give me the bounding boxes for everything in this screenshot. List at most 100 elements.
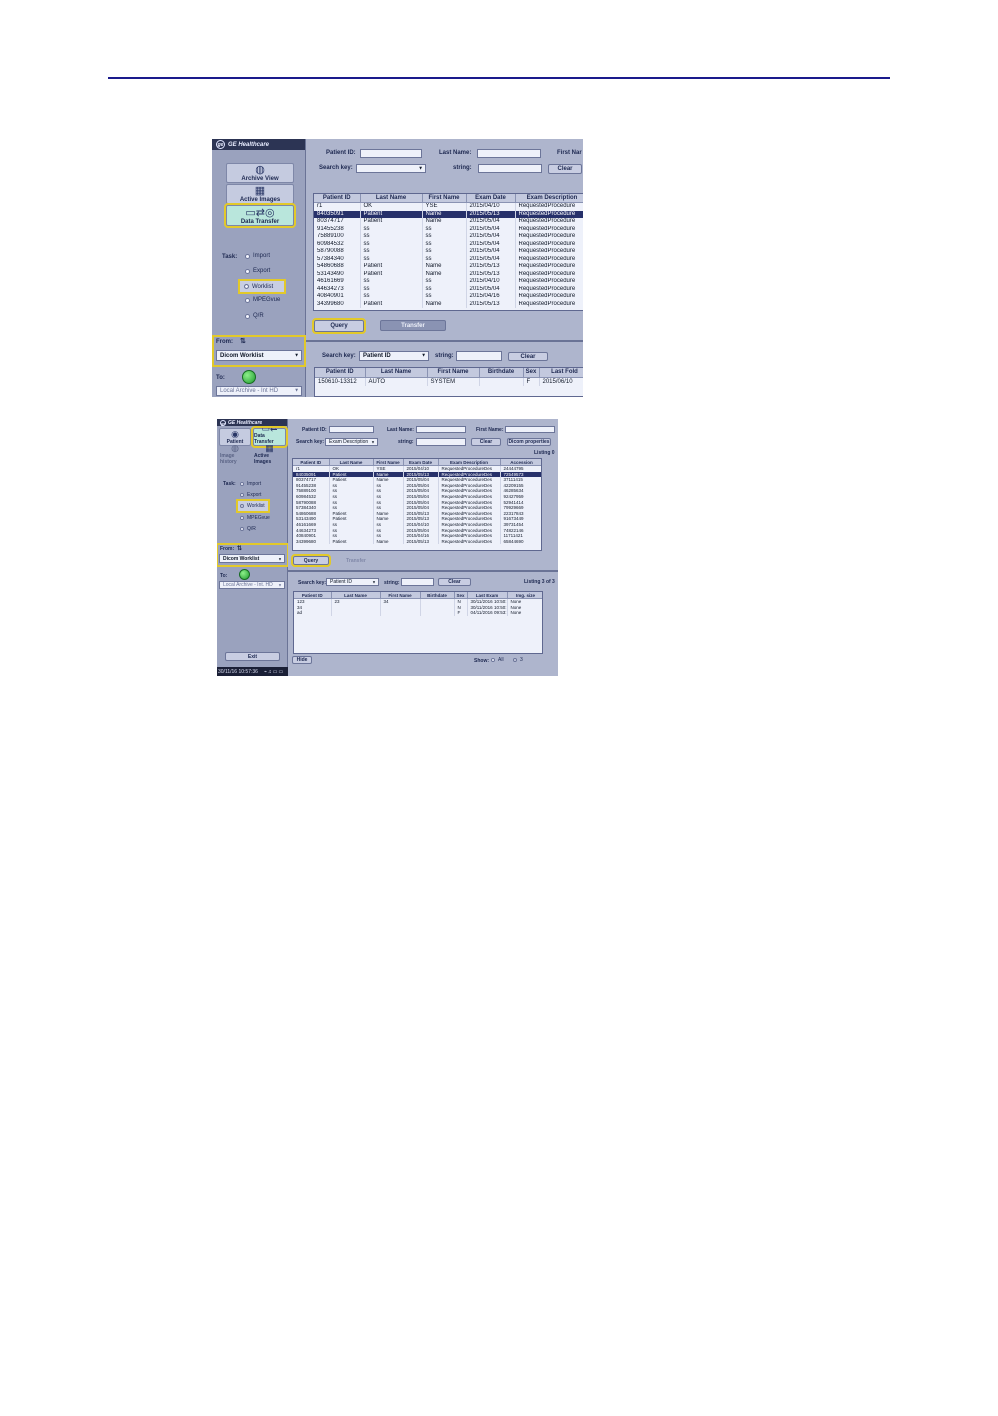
nav-active-images[interactable]: ▦ Active Images xyxy=(226,184,294,204)
task-mpegvue[interactable]: MPEGvue xyxy=(240,515,270,521)
table-row[interactable]: 91455238 ss ss 2015/05/04 RequestedProcedure xyxy=(314,225,583,233)
column-header[interactable]: First Name xyxy=(380,592,421,600)
column-header[interactable]: Exam Date xyxy=(403,459,439,467)
column-header[interactable]: Exam Date xyxy=(466,194,516,203)
column-header[interactable]: Last Name xyxy=(329,459,374,467)
column-header[interactable]: Exam Description xyxy=(438,459,501,467)
patient-id-input[interactable] xyxy=(329,426,374,433)
table-row[interactable]: 53143490 Patient Name 2015/05/13 RequestedPr… xyxy=(314,270,583,278)
column-header[interactable]: Patient ID xyxy=(315,368,366,378)
column-header[interactable]: Exam Description xyxy=(515,194,583,203)
table-row[interactable]: 60984532 ss ss 2015/05/04 RequestedProcedure xyxy=(314,240,583,248)
task-import[interactable]: Import xyxy=(240,481,261,487)
table-row[interactable]: 46161669 ss ss 2015/04/10 RequestedProcedure xyxy=(314,278,583,286)
from-arrows-icon: ⇅ xyxy=(240,338,246,345)
dicom-properties-button[interactable]: Dicom properties xyxy=(507,438,551,446)
column-header[interactable]: Sex xyxy=(454,592,468,600)
table-cell: RequestedProcedure xyxy=(515,270,583,278)
nav-data-transfer[interactable]: ▭⇄◎ Data Transfer xyxy=(224,203,296,228)
task-worklist[interactable]: Worklist xyxy=(238,279,286,294)
column-header[interactable]: Patient ID xyxy=(314,194,361,203)
bottom-clear-button[interactable]: Clear xyxy=(438,578,471,586)
bottom-string-input[interactable] xyxy=(456,351,502,361)
status-time: 30/11/16 10:57:36 xyxy=(218,668,258,675)
table-row[interactable]: r1 OK YSE 2015/04/10 RequestedProcedure xyxy=(314,202,583,211)
table-row[interactable]: ad F 04/11/2016 09:53: None xyxy=(294,610,542,616)
globe-icon xyxy=(242,370,256,384)
to-select[interactable]: Local Archive - Int HD ▼ xyxy=(216,386,302,396)
table-row[interactable]: 57384340 ss ss 2015/05/04 RequestedProcedure xyxy=(314,255,583,263)
column-header[interactable]: Last Fold xyxy=(539,368,583,378)
show-count-option[interactable]: 3 xyxy=(513,657,523,663)
task-import[interactable]: Import xyxy=(245,253,270,259)
task-worklist[interactable]: Worklist xyxy=(236,499,270,513)
search-key-select[interactable]: Exam Description ▼ xyxy=(325,438,378,446)
column-header[interactable]: First Name xyxy=(427,368,480,378)
nav-active-images[interactable]: ▦ Active Images xyxy=(253,444,286,466)
task-export[interactable]: Export xyxy=(240,492,261,498)
nav-image-history[interactable]: ◍ Image history xyxy=(219,444,251,466)
query-button[interactable]: Query xyxy=(312,318,366,334)
column-header[interactable]: Accession xyxy=(500,459,541,467)
first-name-input[interactable] xyxy=(505,426,555,433)
column-header[interactable]: Birthdate xyxy=(420,592,455,600)
column-header[interactable]: Last Name xyxy=(365,368,428,378)
radio-dot xyxy=(491,658,495,662)
from-select[interactable]: Dicom Worklist ▼ xyxy=(216,350,302,361)
to-select[interactable]: Local Archive - Int. HD ▼ xyxy=(219,581,285,589)
from-select[interactable]: Dicom Worklist ▼ xyxy=(219,554,285,563)
bottom-search-key-select[interactable]: Patient ID ▼ xyxy=(359,351,429,361)
column-header[interactable]: Last Name xyxy=(331,592,381,600)
column-header[interactable]: Birthdate xyxy=(479,368,524,378)
column-header[interactable]: Patient ID xyxy=(294,592,332,600)
string-input[interactable] xyxy=(416,438,466,446)
string-input[interactable] xyxy=(478,164,542,173)
table-row[interactable]: 84035091 Patient Name 2015/05/13 RequestedPr… xyxy=(314,210,583,218)
from-label: From: xyxy=(220,546,235,552)
table-cell: ss xyxy=(360,225,423,233)
table-cell: 84035091 xyxy=(314,210,361,218)
query-button[interactable]: Query xyxy=(291,554,331,567)
task-mpegvue[interactable]: MPEGvue xyxy=(245,297,280,303)
column-header[interactable]: First Name xyxy=(422,194,467,203)
show-all-option[interactable]: All xyxy=(491,657,504,663)
table-row[interactable]: 44634273 ss ss 2015/05/04 RequestedProcedure xyxy=(314,285,583,293)
table-cell: 60984532 xyxy=(314,240,361,248)
header-rule xyxy=(108,77,890,79)
table-row[interactable]: 80374717 Patient Name 2015/05/04 RequestedPr… xyxy=(314,218,583,226)
table-row[interactable]: 54860688 Patient Name 2015/05/13 RequestedPr… xyxy=(314,263,583,271)
column-header[interactable]: First Name xyxy=(373,459,404,467)
table-cell: ss xyxy=(360,278,423,286)
patient-id-input[interactable] xyxy=(360,149,422,158)
task-export[interactable]: Export xyxy=(245,268,270,274)
column-header[interactable]: Img. size xyxy=(507,592,542,600)
hide-button[interactable]: Hide xyxy=(292,656,312,664)
column-header[interactable]: Last Exam xyxy=(467,592,508,600)
last-name-input[interactable] xyxy=(416,426,466,433)
transfer-button[interactable]: Transfer xyxy=(336,556,376,565)
task-qr[interactable]: Q/R xyxy=(240,526,256,532)
table-row[interactable]: 150610-13312 AUTO SYSTEM F 2015/06/10 xyxy=(315,377,583,386)
column-header[interactable]: Last Name xyxy=(360,194,423,203)
column-header[interactable]: Patient ID xyxy=(293,459,330,467)
table-row[interactable]: 40840901 ss ss 2015/04/16 RequestedProcedure xyxy=(314,293,583,301)
clear-button[interactable]: Clear xyxy=(471,438,501,446)
nav-archive-view[interactable]: ◍ Archive View xyxy=(226,163,294,183)
clear-button[interactable]: Clear xyxy=(548,164,582,174)
bottom-search-key-select[interactable]: Patient ID ▼ xyxy=(326,578,379,586)
table-cell xyxy=(420,610,455,616)
chevron-down-icon: ▼ xyxy=(294,388,299,394)
transfer-button[interactable]: Transfer xyxy=(380,320,446,331)
bottom-string-input[interactable] xyxy=(401,578,434,586)
exit-button[interactable]: Exit xyxy=(225,652,280,661)
bottom-clear-button[interactable]: Clear xyxy=(508,352,548,361)
task-qr[interactable]: Q/R xyxy=(245,313,264,319)
table-row[interactable]: 34399680 Patient Name 2015/05/13 RequestedPr… xyxy=(314,300,583,308)
table-row[interactable]: 58790088 ss ss 2015/05/04 RequestedProcedure xyxy=(314,248,583,256)
search-key-select[interactable]: ▼ xyxy=(356,164,426,173)
brand-bar: ge GE Healthcare xyxy=(212,139,305,150)
table-row[interactable]: 34399680 Patient Name 2015/05/13 RequestedPr… xyxy=(293,538,541,545)
last-name-input[interactable] xyxy=(477,149,541,158)
table-row[interactable]: 75889100 ss ss 2015/05/04 RequestedProcedure xyxy=(314,233,583,241)
column-header[interactable]: Sex xyxy=(523,368,540,378)
